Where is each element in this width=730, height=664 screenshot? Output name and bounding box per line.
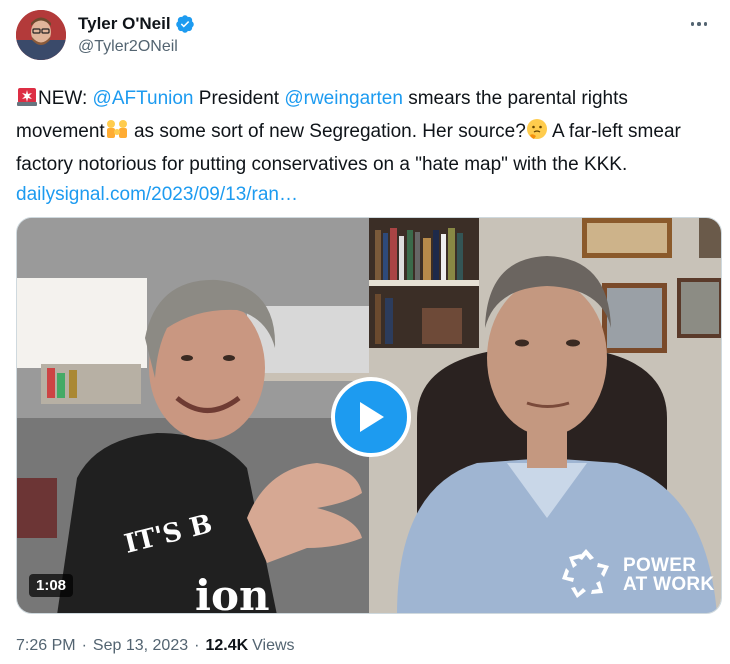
play-button[interactable] (331, 377, 411, 457)
watermark: POWER AT WORK (557, 546, 714, 604)
views-label: Views (252, 637, 295, 654)
verified-badge-icon (175, 15, 194, 33)
tweet-meta: 7:26 PM · Sep 13, 2023 · 12.4K Views (16, 637, 295, 655)
watermark-line1: POWER (623, 555, 697, 576)
tweet-text-segment: President (193, 88, 285, 109)
author-display-name[interactable]: Tyler O'Neil (78, 14, 171, 34)
separator: · (81, 637, 87, 654)
shirt-text: ion (195, 571, 270, 614)
mention-rweingarten-link[interactable]: @rweingarten (284, 88, 403, 109)
views-count: 12.4K (205, 637, 249, 654)
ellipsis-icon (690, 22, 695, 26)
watermark-line2: AT WORK (623, 574, 715, 595)
video-duration: 1:08 (29, 574, 74, 597)
power-at-work-logo-icon (562, 549, 609, 598)
tweet-date[interactable]: Sep 13, 2023 (93, 637, 188, 655)
tweet-time[interactable]: 7:26 PM (16, 637, 76, 655)
thinking-face-icon (526, 118, 548, 150)
tweet-header: Tyler O'Neil @Tyler2ONeil (16, 10, 714, 62)
play-icon (360, 402, 384, 432)
mention-aftunion-link[interactable]: @AFTunion (93, 88, 194, 109)
video-player[interactable]: IT'S B ion 1:08 POWER AT WORK (16, 217, 722, 614)
more-options-button[interactable] (684, 12, 714, 36)
avatar[interactable] (16, 10, 66, 60)
tweet-text-segment: as some sort of new Segregation. Her sou… (128, 121, 526, 142)
separator: · (194, 637, 200, 654)
tweet-text: NEW: @AFTunion President @rweingarten sm… (16, 84, 716, 210)
article-link[interactable]: dailysignal.com/2023/09/13/ran… (16, 184, 298, 205)
rotating-light-icon (16, 85, 38, 117)
family-icon (105, 118, 129, 150)
tweet-text-segment: NEW: (38, 88, 93, 109)
author-handle[interactable]: @Tyler2ONeil (78, 38, 195, 56)
author-info: Tyler O'Neil @Tyler2ONeil (78, 14, 195, 56)
